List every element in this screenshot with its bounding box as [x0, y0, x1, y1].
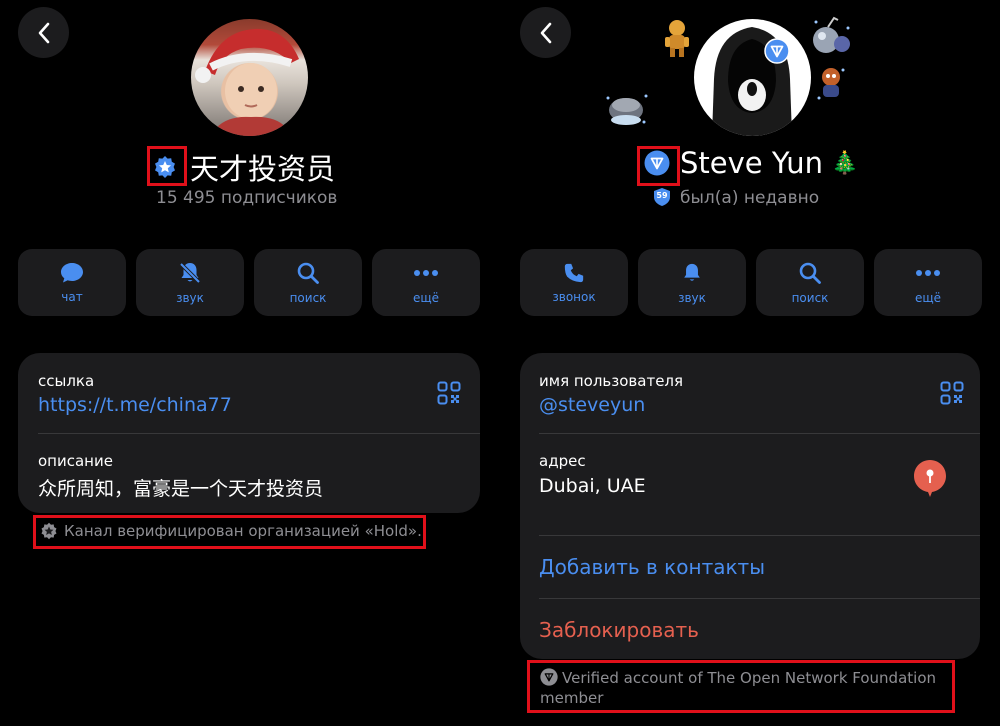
verification-note: Канал верифицирован организацией «Hold». [40, 521, 422, 541]
search-icon [297, 262, 319, 284]
sound-button[interactable]: звук [638, 249, 746, 316]
more-dots-icon [916, 269, 940, 276]
verified-gear-icon [41, 522, 57, 540]
more-button[interactable]: ещё [372, 249, 480, 316]
back-button[interactable] [520, 7, 571, 58]
ton-verified-icon [540, 668, 558, 686]
bell-icon [684, 263, 700, 281]
mute-button[interactable]: звук [136, 249, 244, 316]
call-button[interactable]: звонок [520, 249, 628, 316]
verified-badge-icon [152, 154, 178, 180]
search-button[interactable]: поиск [254, 249, 362, 316]
username-link[interactable]: @steveyun [539, 394, 645, 416]
add-contact-button[interactable]: Добавить в контакты [539, 555, 765, 579]
link-label: ссылка [38, 372, 95, 390]
channel-avatar[interactable] [191, 19, 308, 136]
ton-verified-icon [644, 150, 670, 176]
card-divider [539, 598, 980, 599]
more-button[interactable]: ещё [874, 249, 982, 316]
gift-sticker-character-icon [814, 64, 848, 109]
bell-slash-icon [179, 262, 201, 283]
channel-name: 天才投资员 [190, 152, 336, 186]
gift-sticker-figure-icon [660, 18, 694, 63]
search-icon [799, 262, 821, 284]
card-divider [539, 535, 980, 536]
sound-button-label: звук [678, 290, 706, 305]
verification-note-text: Verified account of The Open Network Fou… [540, 669, 937, 707]
more-button-label: ещё [914, 290, 942, 305]
more-dots-icon [414, 269, 438, 276]
address-label: адрес [539, 452, 586, 470]
chat-button-label: чат [61, 289, 83, 304]
block-user-button[interactable]: Заблокировать [539, 618, 699, 642]
search-button-label: поиск [791, 290, 829, 305]
verification-note: Verified account of The Open Network Fou… [540, 668, 960, 708]
username-label: имя пользователя [539, 372, 684, 390]
channel-profile-panel: 天才投资员 15 495 подписчиков чат звук поиск [0, 0, 500, 726]
avatar-photo [195, 28, 299, 136]
search-button[interactable]: поиск [756, 249, 864, 316]
phone-icon [564, 263, 584, 282]
more-button-label: ещё [412, 290, 440, 305]
chat-bubble-icon [61, 262, 83, 282]
back-button[interactable] [18, 7, 69, 58]
level-shield-icon: 59 [653, 187, 671, 207]
verification-note-text: Канал верифицирован организацией «Hold». [64, 522, 422, 540]
last-seen-status: был(а) недавно [680, 188, 820, 208]
chat-button[interactable]: чат [18, 249, 126, 316]
call-button-label: звонок [552, 289, 596, 304]
mute-button-label: звук [176, 290, 204, 305]
map-pin-icon[interactable] [912, 458, 948, 498]
description-label: описание [38, 452, 113, 470]
chevron-left-icon [540, 22, 551, 43]
search-button-label: поиск [289, 290, 327, 305]
subscriber-count: 15 495 подписчиков [156, 188, 338, 208]
chevron-left-icon [38, 22, 49, 43]
address-value: Dubai, UAE [539, 475, 646, 497]
christmas-tree-emoji: 🎄 [831, 150, 859, 176]
channel-title-row: 天才投资员 [152, 146, 335, 188]
gift-sticker-ornament-icon [808, 14, 854, 63]
hooded-figure-avatar [712, 27, 792, 136]
user-name: Steve Yun [680, 146, 823, 180]
level-number: 59 [656, 191, 668, 200]
qr-code-icon[interactable] [437, 381, 461, 405]
user-avatar[interactable] [694, 19, 811, 136]
description-text: 众所周知，富豪是一个天才投资员 [38, 478, 324, 500]
user-title-row: Steve Yun 🎄 [644, 146, 858, 180]
ton-badge-icon [764, 38, 790, 64]
channel-info-card: ссылка https://t.me/china77 описание 众所周… [18, 353, 480, 513]
qr-code-icon[interactable] [940, 381, 964, 405]
gift-sticker-cake-icon [604, 88, 650, 135]
user-info-card: имя пользователя @steveyun адрес Dubai, … [520, 353, 980, 659]
card-divider [539, 433, 980, 434]
card-divider [38, 433, 480, 434]
user-profile-panel: Steve Yun 🎄 59 был(а) недавно звонок зву… [502, 0, 1000, 726]
channel-link[interactable]: https://t.me/china77 [38, 394, 232, 416]
